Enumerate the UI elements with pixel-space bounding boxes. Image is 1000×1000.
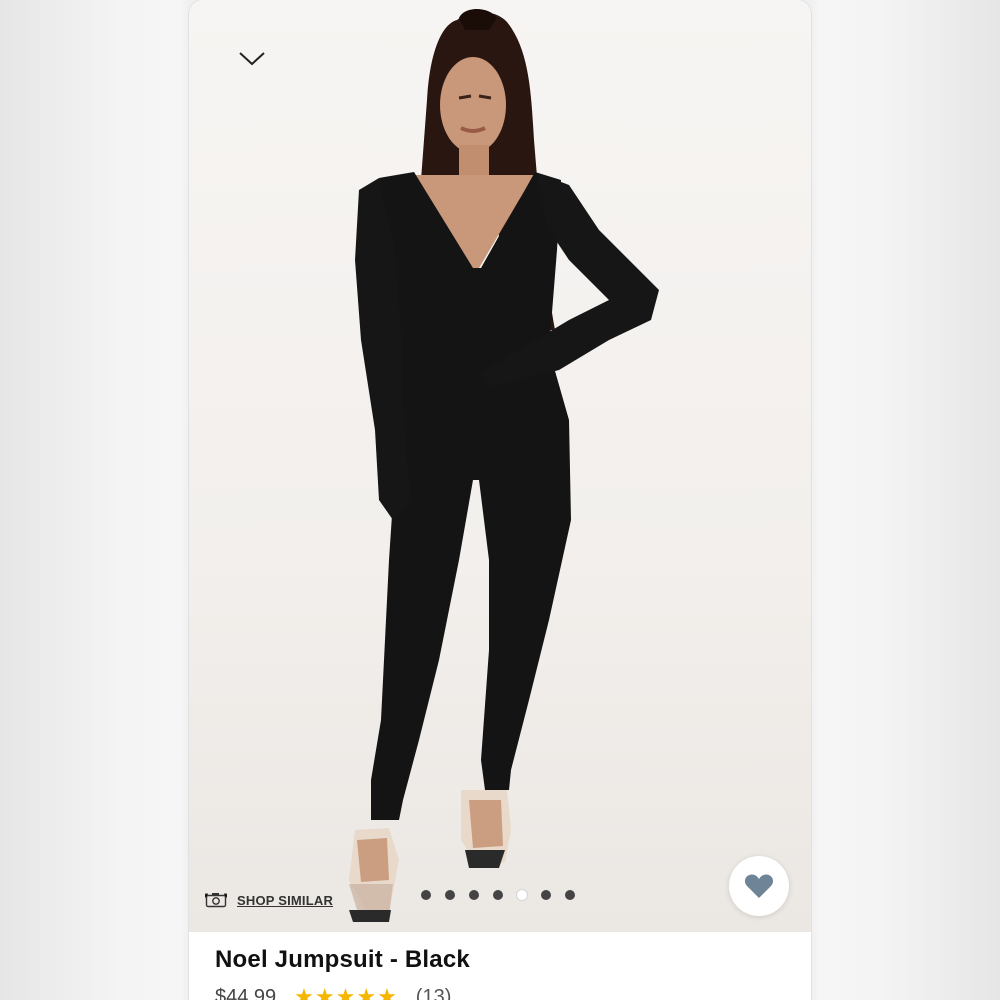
gallery-dot-2[interactable] (445, 890, 455, 900)
collapse-button[interactable] (233, 44, 271, 74)
price-rating-row: $44.99 ★★★★★ (13) (215, 984, 451, 1000)
gallery-dot-6[interactable] (541, 890, 551, 900)
gallery-dot-5-active[interactable] (517, 890, 527, 900)
product-title: Noel Jumpsuit - Black (215, 946, 470, 973)
rating-stars[interactable]: ★★★★★ (294, 984, 398, 1000)
shop-similar-button[interactable]: SHOP SIMILAR (205, 892, 333, 908)
product-price: $44.99 (215, 985, 277, 1000)
product-info: Noel Jumpsuit - Black $44.99 ★★★★★ (13) (189, 932, 811, 1000)
gallery-dot-1[interactable] (421, 890, 431, 900)
product-card: SHOP SIMILAR Noel Jumpsuit - Black $44.9… (189, 0, 811, 1000)
gallery-dot-7[interactable] (565, 890, 575, 900)
product-image[interactable]: SHOP SIMILAR (189, 0, 811, 932)
favorite-button[interactable] (729, 856, 789, 916)
gallery-dot-4[interactable] (493, 890, 503, 900)
gallery-dot-3[interactable] (469, 890, 479, 900)
chevron-down-icon (239, 52, 265, 66)
review-count[interactable]: (13) (416, 986, 452, 1000)
model-illustration (349, 9, 659, 922)
gallery-pagination (421, 890, 575, 900)
heart-icon (744, 874, 774, 898)
camera-icon (205, 893, 227, 908)
shop-similar-label: SHOP SIMILAR (237, 892, 334, 908)
